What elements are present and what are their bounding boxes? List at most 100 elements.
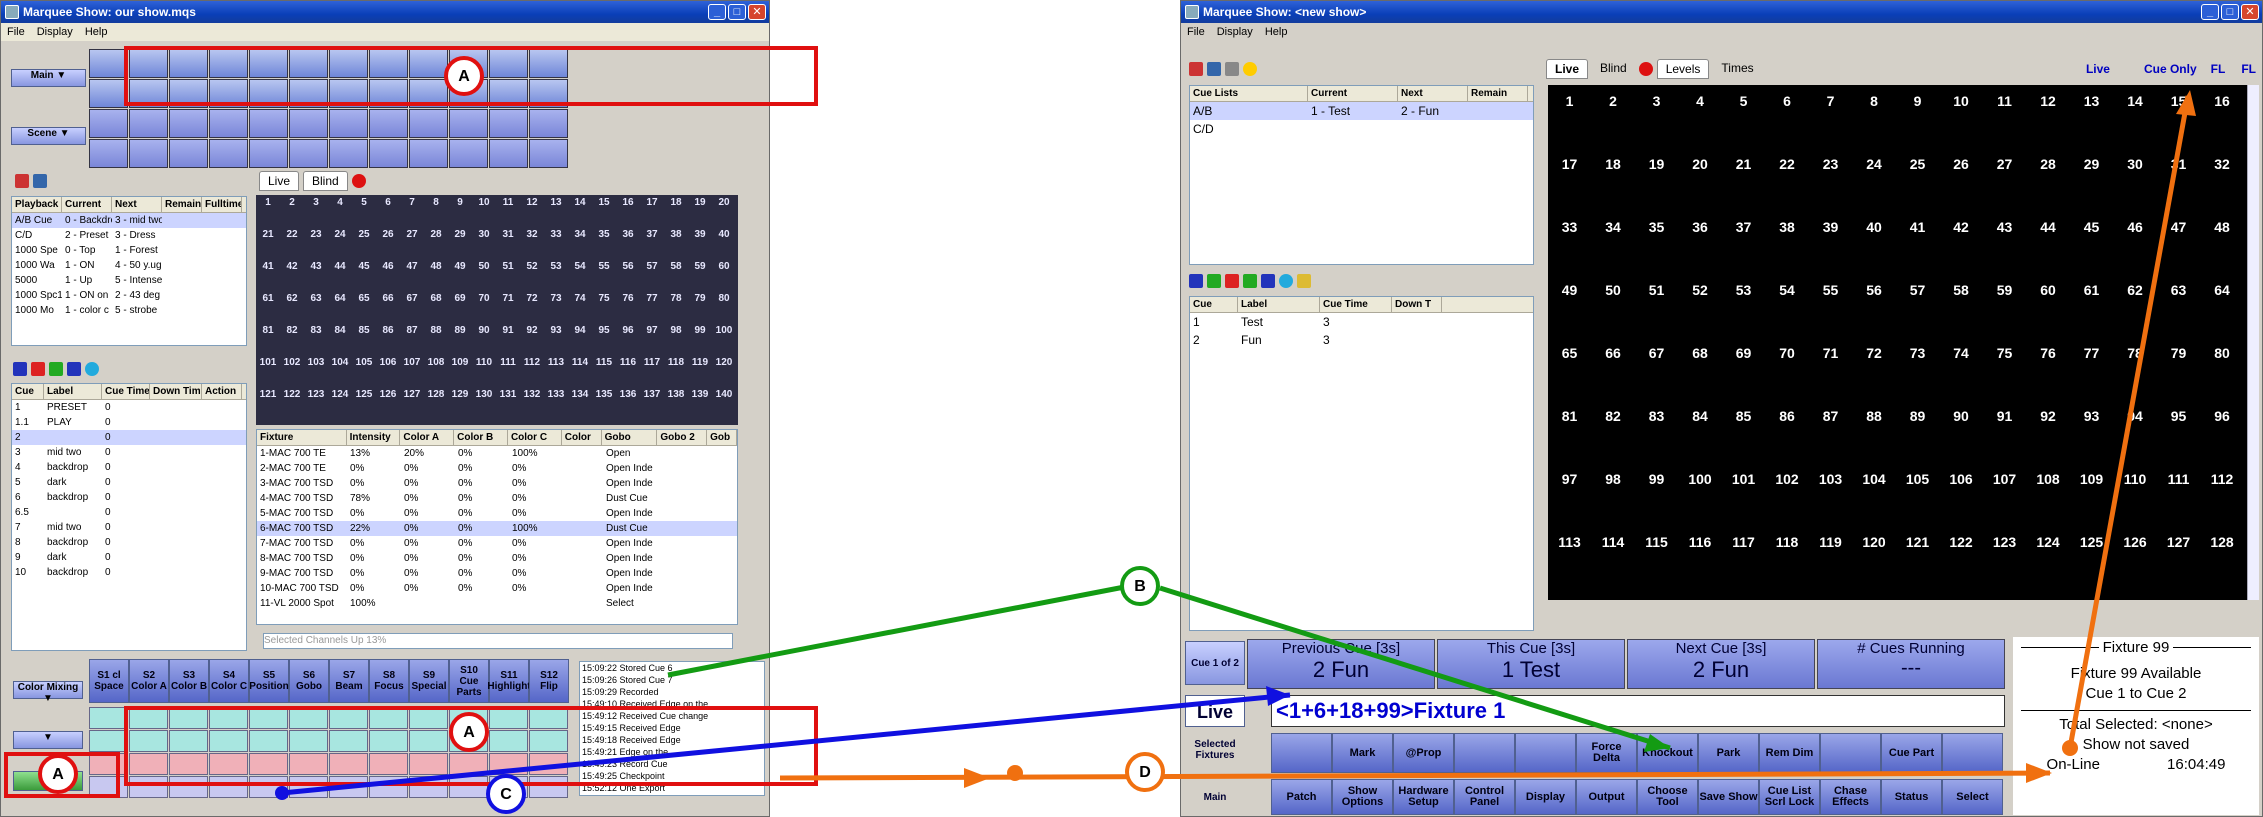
channel-cell[interactable]: 58 <box>1940 282 1983 298</box>
fixture-col-header[interactable]: Gob <box>707 430 737 445</box>
softkey-button[interactable]: Patch <box>1271 779 1332 815</box>
channel-cell[interactable]: 97 <box>640 323 664 339</box>
channel-cell[interactable]: 64 <box>328 291 352 307</box>
grid-scrollbar[interactable] <box>2247 85 2259 600</box>
beam-preset-button[interactable] <box>489 753 528 775</box>
channel-cell[interactable]: 10 <box>1940 93 1983 109</box>
channel-cell[interactable]: 72 <box>1853 345 1896 361</box>
color-preset-button[interactable] <box>249 707 288 729</box>
channel-cell[interactable]: 37 <box>640 227 664 243</box>
channel-cell[interactable]: 102 <box>1766 471 1809 487</box>
channel-cell[interactable]: 126 <box>2114 534 2157 550</box>
channel-cell[interactable]: 49 <box>1548 282 1591 298</box>
channel-cell[interactable]: 116 <box>616 355 640 371</box>
left-cuelist-row[interactable]: 5000 1 - Up 5 - Intense <box>12 273 246 288</box>
beam-preset-button[interactable] <box>409 776 448 798</box>
channel-cell[interactable]: 47 <box>2157 219 2200 235</box>
menu-file[interactable]: File <box>7 23 25 41</box>
submaster-fader[interactable] <box>249 49 288 78</box>
color-preset-button[interactable] <box>409 730 448 752</box>
channel-cell[interactable]: 127 <box>2157 534 2200 550</box>
beam-preset-button[interactable] <box>89 776 128 798</box>
record-icon[interactable] <box>1638 62 1653 76</box>
channel-cell[interactable]: 108 <box>2027 471 2070 487</box>
submaster-slot[interactable] <box>209 109 248 138</box>
channel-cell[interactable]: 71 <box>1809 345 1852 361</box>
channel-cell[interactable]: 34 <box>568 227 592 243</box>
color-preset-button[interactable] <box>209 707 248 729</box>
channel-cell[interactable]: 31 <box>2157 156 2200 172</box>
fixture-col-header[interactable]: Gobo <box>602 430 658 445</box>
channel-cell[interactable]: 60 <box>712 259 736 275</box>
channel-cell[interactable]: 39 <box>688 227 712 243</box>
softkey-button[interactable]: Mark <box>1332 733 1393 773</box>
prev-icon[interactable] <box>13 362 27 376</box>
channel-cell[interactable]: 14 <box>568 195 592 211</box>
submaster-fader[interactable] <box>529 49 568 78</box>
channel-cell[interactable]: 78 <box>2114 345 2157 361</box>
channel-cell[interactable]: 11 <box>496 195 520 211</box>
right-cue-row[interactable]: 1 Test 3 <box>1190 313 1533 331</box>
channel-cell[interactable]: 105 <box>1896 471 1939 487</box>
channel-cell[interactable]: 70 <box>1766 345 1809 361</box>
color-preset-button[interactable] <box>329 707 368 729</box>
channel-cell[interactable]: 124 <box>328 387 352 403</box>
channel-cell[interactable]: 80 <box>2201 345 2244 361</box>
right-cue-col-header[interactable]: Cue Time <box>1320 297 1392 312</box>
channel-cell[interactable]: 16 <box>616 195 640 211</box>
softkey-button[interactable] <box>1942 733 2003 773</box>
color-preset-button[interactable] <box>369 730 408 752</box>
fixture-col-header[interactable]: Fixture <box>257 430 347 445</box>
submaster-fader[interactable] <box>409 49 448 78</box>
left-cue-col-header[interactable]: Label <box>44 384 102 399</box>
softkey-button[interactable]: @Prop <box>1393 733 1454 773</box>
menu-file[interactable]: File <box>1187 23 1205 41</box>
next-cue-box[interactable]: Next Cue [3s] 2 Fun <box>1627 639 1815 689</box>
channel-cell[interactable]: 91 <box>1983 408 2026 424</box>
channel-cell[interactable]: 88 <box>424 323 448 339</box>
channel-cell[interactable]: 57 <box>1896 282 1939 298</box>
beam-preset-button[interactable] <box>249 776 288 798</box>
channel-cell[interactable]: 96 <box>2201 408 2244 424</box>
cuelist-tool-icon[interactable] <box>15 174 29 188</box>
softkey-button[interactable]: S1 cl Space <box>89 659 129 703</box>
color-preset-button[interactable] <box>489 730 528 752</box>
channel-cell[interactable]: 19 <box>1635 156 1678 172</box>
submaster-slot[interactable] <box>209 139 248 168</box>
channel-cell[interactable]: 33 <box>544 227 568 243</box>
channel-cell[interactable]: 75 <box>592 291 616 307</box>
channel-cell[interactable]: 4 <box>1679 93 1722 109</box>
channel-cell[interactable]: 57 <box>640 259 664 275</box>
channel-cell[interactable]: 65 <box>1548 345 1591 361</box>
channel-cell[interactable]: 29 <box>2070 156 2113 172</box>
channel-cell[interactable]: 1 <box>1548 93 1591 109</box>
submaster-fader[interactable] <box>329 49 368 78</box>
fixture-row[interactable]: 11-VL 2000 Spot 100% Select <box>257 596 737 611</box>
softkey-button[interactable]: S3 Color B <box>169 659 209 703</box>
channel-cell[interactable]: 82 <box>1592 408 1635 424</box>
submaster-slot[interactable] <box>529 139 568 168</box>
channel-cell[interactable]: 124 <box>2027 534 2070 550</box>
left-cue-row[interactable]: 4 backdrop 0 <box>12 460 246 475</box>
channel-cell[interactable]: 99 <box>688 323 712 339</box>
channel-cell[interactable]: 130 <box>472 387 496 403</box>
channel-cell[interactable]: 94 <box>2114 408 2157 424</box>
channel-cell[interactable]: 44 <box>328 259 352 275</box>
beam-preset-button[interactable] <box>169 753 208 775</box>
cuelist-tool2-icon[interactable] <box>33 174 47 188</box>
right-cuelist-col-header[interactable]: Current <box>1308 86 1398 101</box>
channel-cell[interactable]: 116 <box>1679 534 1722 550</box>
channel-cell[interactable]: 25 <box>1896 156 1939 172</box>
channel-cell[interactable]: 138 <box>664 387 688 403</box>
channel-cell[interactable]: 83 <box>1635 408 1678 424</box>
channel-cell[interactable]: 122 <box>280 387 304 403</box>
channel-cell[interactable]: 26 <box>1940 156 1983 172</box>
left-cue-row[interactable]: 9 dark 0 <box>12 550 246 565</box>
softkey-button[interactable]: S4 Color C <box>209 659 249 703</box>
color-preset-button[interactable] <box>89 730 128 752</box>
color-preset-button[interactable] <box>529 707 568 729</box>
tool2-icon[interactable] <box>1207 62 1221 76</box>
beam-preset-button[interactable] <box>289 776 328 798</box>
left-cue-row[interactable]: 3 mid two 0 <box>12 445 246 460</box>
left-cue-row[interactable]: 6 backdrop 0 <box>12 490 246 505</box>
